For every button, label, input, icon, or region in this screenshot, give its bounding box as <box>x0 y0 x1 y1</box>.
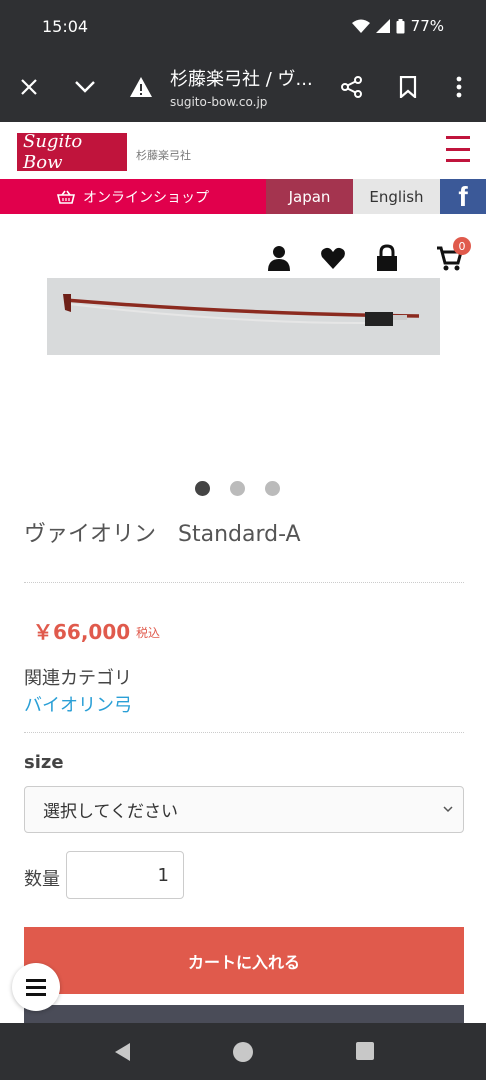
lock-icon[interactable] <box>374 244 400 272</box>
floating-menu-button[interactable] <box>12 963 60 1011</box>
page-url[interactable]: sugito-bow.co.jp <box>170 95 267 109</box>
browser-toolbar: 杉藤楽弓社 / ヴ... sugito-bow.co.jp <box>0 52 486 122</box>
nav-online-shop[interactable]: オンラインショップ <box>0 179 266 214</box>
signal-icon <box>375 19 390 33</box>
basket-icon <box>57 190 75 204</box>
size-label: size <box>24 752 64 773</box>
size-select[interactable]: 選択してください <box>24 786 464 833</box>
back-icon[interactable] <box>112 1041 132 1063</box>
warning-icon[interactable] <box>128 74 154 100</box>
close-icon[interactable] <box>16 74 42 100</box>
nav-japan[interactable]: Japan <box>266 179 353 214</box>
menu-icon[interactable] <box>446 136 470 162</box>
more-vert-icon[interactable] <box>446 74 472 100</box>
wifi-icon <box>351 19 370 33</box>
carousel-dots <box>195 481 280 496</box>
carousel-dot[interactable] <box>265 481 280 496</box>
site-header: Sugito Bow 杉藤楽弓社 <box>0 122 486 179</box>
system-navigation <box>0 1023 486 1080</box>
user-icon[interactable] <box>266 244 292 272</box>
chevron-down-icon[interactable] <box>72 74 98 100</box>
site-nav: オンラインショップ Japan English f <box>0 179 486 214</box>
product-image[interactable] <box>47 278 440 355</box>
status-icons: 77% <box>351 17 444 35</box>
battery-level: 77% <box>410 17 444 35</box>
cart-count-badge: 0 <box>453 237 471 255</box>
status-bar: 15:04 77% <box>0 0 486 52</box>
home-icon[interactable] <box>232 1041 254 1063</box>
page-title[interactable]: 杉藤楽弓社 / ヴ... <box>170 65 313 91</box>
status-time: 15:04 <box>42 17 89 36</box>
nav-online-shop-label: オンラインショップ <box>83 189 209 206</box>
add-to-cart-button[interactable]: カートに入れる <box>24 927 464 994</box>
secondary-button[interactable] <box>24 1005 464 1023</box>
logo-subtitle: 杉藤楽弓社 <box>136 149 191 162</box>
site-logo[interactable]: Sugito Bow <box>17 131 127 173</box>
user-toolbar <box>0 244 486 274</box>
battery-icon <box>396 18 405 33</box>
quantity-input[interactable]: 1 <box>66 851 184 899</box>
violin-bow-image <box>63 294 420 326</box>
product-name: ヴァイオリン Standard-A <box>24 522 301 547</box>
divider <box>24 582 464 583</box>
quantity-label: 数量 <box>24 869 60 890</box>
facebook-icon[interactable]: f <box>440 179 486 214</box>
nav-english[interactable]: English <box>353 179 440 214</box>
divider <box>24 732 464 733</box>
carousel-dot[interactable] <box>230 481 245 496</box>
tax-label: 税込 <box>136 626 161 640</box>
product-price: ￥66,000 <box>33 620 131 644</box>
carousel-dot[interactable] <box>195 481 210 496</box>
recents-icon[interactable] <box>355 1041 375 1061</box>
logo-text: Sugito Bow <box>23 131 83 173</box>
category-label: 関連カテゴリ <box>24 668 132 689</box>
share-icon[interactable] <box>339 74 365 100</box>
heart-icon[interactable] <box>320 244 346 272</box>
bookmark-icon[interactable] <box>395 74 421 100</box>
chevron-down-icon <box>443 806 453 813</box>
category-link[interactable]: バイオリン弓 <box>24 691 132 717</box>
size-select-value: 選択してください <box>43 802 178 822</box>
